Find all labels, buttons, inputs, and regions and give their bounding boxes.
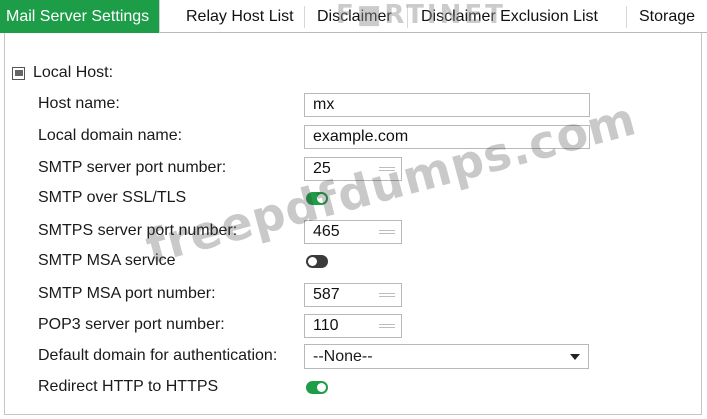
smtp-msa-port-label: SMTP MSA port number: (38, 285, 216, 302)
default-domain-value: --None-- (313, 348, 373, 365)
smtps-port-label: SMTPS server port number: (38, 222, 238, 239)
smtp-port-label: SMTP server port number: (38, 159, 227, 176)
pop3-port-label: POP3 server port number: (38, 316, 225, 333)
redirect-https-toggle[interactable] (306, 381, 328, 394)
smtp-ssl-label: SMTP over SSL/TLS (38, 189, 187, 206)
tab-divider (304, 6, 305, 28)
host-name-input[interactable]: mx (304, 93, 590, 117)
pop3-port-value: 110 (313, 317, 339, 334)
local-domain-input[interactable]: example.com (304, 125, 590, 149)
smtp-msa-label: SMTP MSA service (38, 252, 176, 269)
smtp-ssl-toggle[interactable] (306, 192, 328, 205)
pop3-port-stepper[interactable]: 110 (304, 314, 402, 338)
tab-disclaimer-exclusion-list[interactable]: Disclaimer Exclusion List (421, 0, 598, 33)
section-title: Local Host: (33, 64, 114, 81)
smtps-port-value: 465 (313, 223, 340, 240)
smtp-msa-toggle[interactable] (306, 255, 328, 268)
tab-mail-server-settings[interactable]: Mail Server Settings (0, 0, 161, 33)
redirect-https-label: Redirect HTTP to HTTPS (38, 378, 219, 395)
chevron-down-icon[interactable] (570, 354, 580, 360)
toggle-knob (317, 194, 326, 203)
toggle-knob (317, 383, 326, 392)
default-domain-select[interactable]: --None-- (304, 344, 589, 369)
smtp-msa-port-value: 587 (313, 286, 340, 303)
tab-relay-host-list[interactable]: Relay Host List (186, 0, 294, 33)
tab-disclaimer[interactable]: Disclaimer (317, 0, 392, 33)
local-host-section-header[interactable]: Local Host: (12, 64, 113, 82)
tab-divider (626, 6, 627, 28)
spinner-icon[interactable] (379, 230, 395, 234)
default-domain-label: Default domain for authentication: (38, 347, 278, 364)
toggle-knob (308, 257, 317, 266)
host-name-label: Host name: (38, 95, 120, 112)
collapse-icon[interactable] (12, 66, 25, 80)
smtps-port-stepper[interactable]: 465 (304, 220, 402, 244)
smtp-msa-port-stepper[interactable]: 587 (304, 283, 402, 307)
tab-divider (407, 6, 408, 28)
local-domain-label: Local domain name: (38, 127, 183, 144)
spinner-icon[interactable] (379, 324, 395, 328)
smtp-port-value: 25 (313, 160, 331, 177)
tab-storage[interactable]: Storage (639, 0, 695, 33)
spinner-icon[interactable] (379, 167, 395, 171)
smtp-port-stepper[interactable]: 25 (304, 157, 402, 181)
tab-bar: Mail Server Settings Relay Host List Dis… (0, 0, 707, 33)
spinner-icon[interactable] (379, 293, 395, 297)
